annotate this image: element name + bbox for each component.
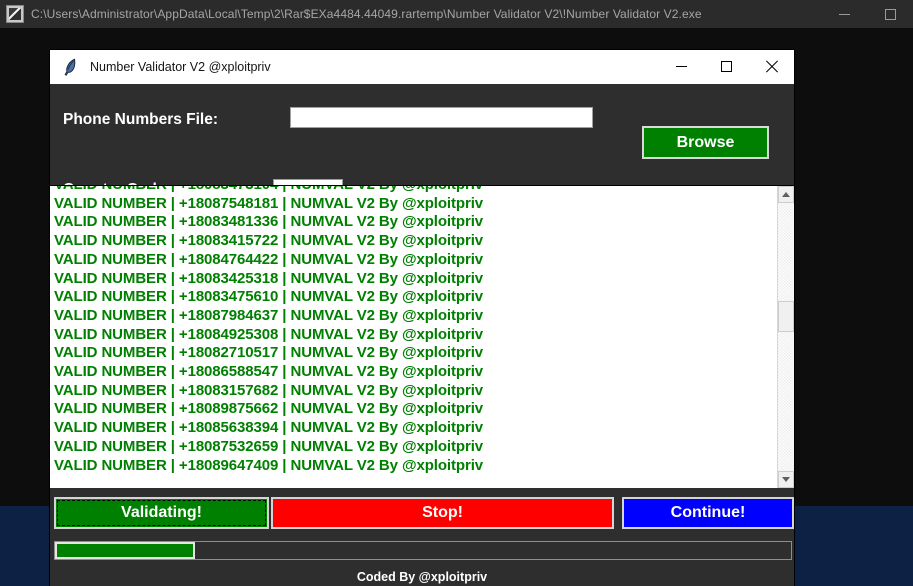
validating-button[interactable]: Validating! — [54, 497, 269, 529]
stop-button[interactable]: Stop! — [271, 497, 614, 529]
outer-window-titlebar[interactable]: C:\Users\Administrator\AppData\Local\Tem… — [0, 0, 913, 28]
log-line: VALID NUMBER | +18087984637 | NUMVAL V2 … — [54, 306, 484, 324]
progress-bar — [54, 541, 792, 560]
footer-credit-text: Coded By @xploitpriv — [356, 570, 488, 584]
app-titlebar[interactable]: Number Validator V2 @xploitpriv — [50, 50, 794, 84]
log-line: VALID NUMBER | +18083157682 | NUMVAL V2 … — [54, 381, 484, 399]
scrollbar-thumb[interactable] — [778, 301, 794, 332]
outer-minimize-button[interactable] — [821, 0, 867, 28]
output-log-scrollbar[interactable] — [777, 186, 794, 488]
scroll-up-icon — [782, 192, 790, 197]
maximize-icon — [721, 61, 732, 72]
maximize-icon — [884, 8, 896, 20]
scrollbar-track-upper[interactable] — [778, 203, 794, 301]
app-exe-icon — [6, 5, 24, 23]
minimize-icon — [838, 13, 850, 15]
log-line: VALID NUMBER | +18083473104 | NUMVAL V2 … — [54, 186, 777, 195]
outer-window-title: C:\Users\Administrator\AppData\Local\Tem… — [31, 7, 702, 21]
scrollbar-up-button[interactable] — [778, 186, 794, 203]
app-maximize-button[interactable] — [704, 50, 749, 83]
continue-button[interactable]: Continue! — [622, 497, 794, 529]
action-button-row: Validating! Stop! Continue! — [50, 488, 794, 536]
log-line: VALID NUMBER | +18086588547 | NUMVAL V2 … — [54, 363, 484, 381]
log-line: VALID NUMBER | +18083481336 | NUMVAL V2 … — [54, 213, 484, 231]
screen: C:\Users\Administrator\AppData\Local\Tem… — [0, 0, 913, 586]
output-log-panel: VALID NUMBER | +18083473104 | NUMVAL V2 … — [50, 185, 794, 488]
progress-row — [50, 536, 794, 566]
scrollbar-down-button[interactable] — [778, 471, 794, 488]
log-line: VALID NUMBER | +18082710517 | NUMVAL V2 … — [54, 344, 484, 362]
output-log-list[interactable]: VALID NUMBER | +18083473104 | NUMVAL V2 … — [50, 186, 777, 488]
number-validator-window: Number Validator V2 @xploitpriv Phone Nu… — [50, 50, 794, 586]
browse-button[interactable]: Browse — [642, 126, 769, 159]
log-line: VALID NUMBER | +18084925308 | NUMVAL V2 … — [54, 325, 484, 343]
output-log-lines: VALID NUMBER | +18083473104 | NUMVAL V2 … — [54, 186, 777, 475]
log-line: VALID NUMBER | +18084764422 | NUMVAL V2 … — [54, 250, 484, 268]
phone-numbers-file-label: Phone Numbers File: — [63, 111, 219, 128]
form-area: Phone Numbers File: Country Code: us Bro… — [50, 84, 794, 203]
app-window-title: Number Validator V2 @xploitpriv — [90, 59, 271, 74]
scrollbar-track-lower[interactable] — [778, 332, 794, 471]
log-line: VALID NUMBER | +18085638394 | NUMVAL V2 … — [54, 419, 484, 437]
log-line: VALID NUMBER | +18087532659 | NUMVAL V2 … — [54, 437, 484, 455]
tk-feather-icon — [62, 58, 78, 76]
progress-bar-fill — [55, 542, 195, 559]
footer: Coded By @xploitpriv — [50, 566, 794, 586]
log-line: VALID NUMBER | +18083415722 | NUMVAL V2 … — [54, 232, 484, 250]
close-icon — [765, 60, 778, 73]
outer-maximize-button[interactable] — [867, 0, 913, 28]
minimize-icon — [676, 66, 687, 67]
log-line: VALID NUMBER | +18083425318 | NUMVAL V2 … — [54, 269, 484, 287]
app-minimize-button[interactable] — [659, 50, 704, 83]
log-line: VALID NUMBER | +18083475610 | NUMVAL V2 … — [54, 288, 484, 306]
app-close-button[interactable] — [749, 50, 794, 83]
log-line: VALID NUMBER | +18089647409 | NUMVAL V2 … — [54, 456, 484, 474]
log-line: VALID NUMBER | +18087548181 | NUMVAL V2 … — [54, 194, 484, 212]
log-line: VALID NUMBER | +18089875662 | NUMVAL V2 … — [54, 400, 484, 418]
scroll-down-icon — [782, 477, 790, 482]
phone-numbers-file-input[interactable] — [290, 107, 593, 128]
